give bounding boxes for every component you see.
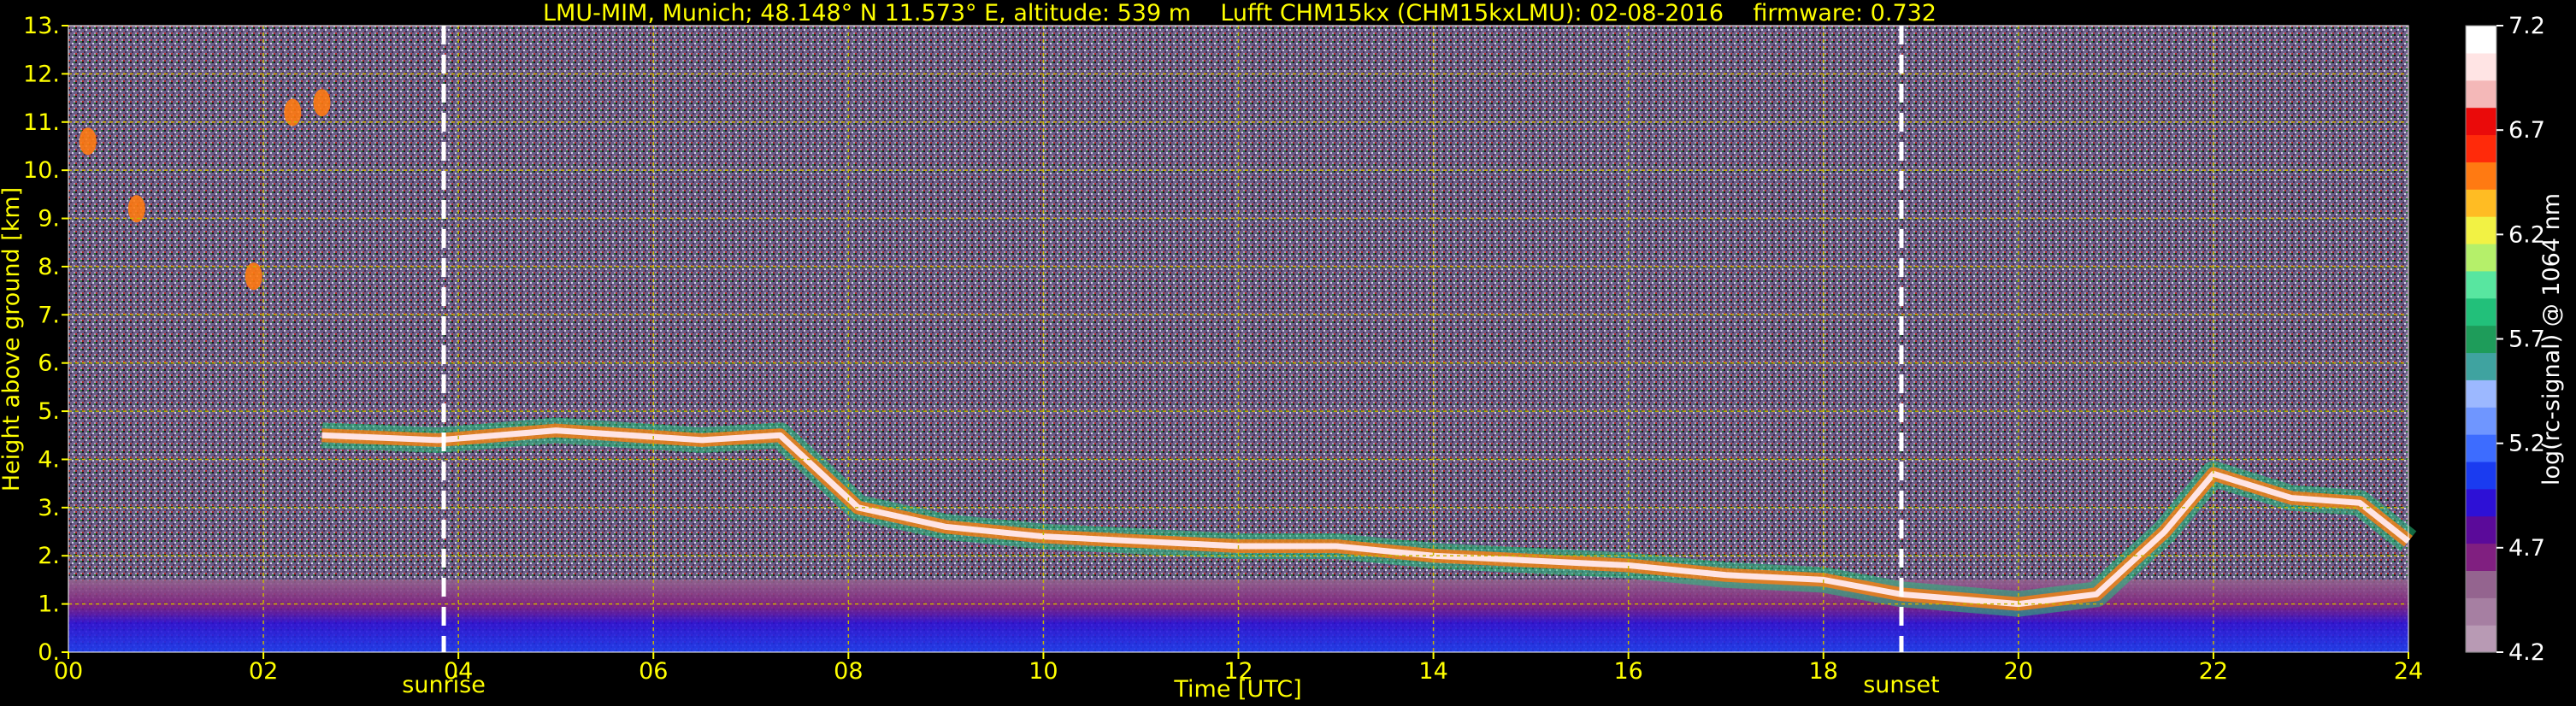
y-tick-label: 3. — [38, 495, 60, 521]
y-tick-label: 0. — [38, 639, 60, 666]
y-tick-label: 1. — [38, 591, 60, 618]
x-tick-label: 08 — [834, 658, 863, 685]
colorbar-segment — [2466, 407, 2496, 435]
colorbar-segment — [2466, 270, 2496, 299]
colorbar-segment — [2466, 26, 2496, 54]
y-axis-ticks: 0. 1. 2. 3. 4. 5. 6. 7. 8. 9. 10. 11. 12. 13. — [23, 13, 68, 666]
colorbar-segment — [2466, 79, 2496, 109]
colorbar-segment — [2466, 243, 2496, 272]
x-tick-label: 20 — [2004, 658, 2033, 685]
colorbar-segment — [2466, 325, 2496, 354]
feature-cirrus-point — [284, 98, 302, 126]
colorbar-segment — [2466, 297, 2496, 327]
y-tick-label: 13. — [23, 13, 60, 39]
y-axis-label: Height above ground [km] — [0, 187, 25, 491]
colorbar-segment — [2466, 597, 2496, 626]
y-tick-label: 11. — [23, 109, 60, 136]
x-axis-label: Time [UTC] — [1173, 676, 1301, 703]
colorbar-segment — [2466, 434, 2496, 462]
x-tick-label: 22 — [2199, 658, 2228, 685]
y-tick-label: 4. — [38, 446, 60, 473]
event-label-sunset: sunset — [1863, 672, 1940, 698]
x-tick-label: 14 — [1418, 658, 1447, 685]
feature-cirrus-point — [313, 89, 331, 117]
y-tick-label: 6. — [38, 350, 60, 377]
y-tick-label: 7. — [38, 302, 60, 328]
y-tick-label: 12. — [23, 61, 60, 87]
colorbar-label: log(rc-signal) @ 1064 nm — [2538, 193, 2565, 485]
x-tick-label: 10 — [1029, 658, 1058, 685]
y-tick-label: 9. — [38, 206, 60, 232]
x-tick-label: 02 — [249, 658, 278, 685]
colorbar-segment — [2466, 543, 2496, 571]
colorbar: 7.26.76.25.75.24.74.2 — [2465, 13, 2545, 666]
colorbar-segment — [2466, 189, 2496, 217]
colorbar-segment — [2466, 625, 2496, 653]
colorbar-segment — [2466, 488, 2496, 517]
colorbar-tick-label: 7.2 — [2508, 13, 2545, 39]
x-tick-label: 18 — [1809, 658, 1838, 685]
plot-area: sunrise sunset — [68, 25, 2417, 698]
colorbar-tick-label: 4.2 — [2508, 639, 2545, 666]
colorbar-segment — [2466, 570, 2496, 598]
feature-cirrus-point — [79, 127, 97, 156]
ceilometer-chart: LMU-MIM, Munich; 48.148° N 11.573° E, al… — [0, 0, 2565, 703]
colorbar-segment — [2466, 379, 2496, 408]
colorbar-segment — [2466, 216, 2496, 244]
x-tick-label: 04 — [444, 658, 473, 685]
colorbar-tick-label: 6.7 — [2508, 117, 2545, 144]
colorbar-segment — [2466, 162, 2496, 190]
colorbar-segment — [2466, 107, 2496, 136]
y-tick-label: 8. — [38, 254, 60, 280]
colorbar-segment — [2466, 461, 2496, 490]
y-tick-label: 2. — [38, 543, 60, 569]
x-tick-label: 16 — [1613, 658, 1642, 685]
colorbar-segment — [2466, 515, 2496, 544]
chart-title: LMU-MIM, Munich; 48.148° N 11.573° E, al… — [543, 0, 1936, 26]
colorbar-segment — [2466, 134, 2496, 162]
colorbar-segment — [2466, 352, 2496, 380]
y-tick-label: 10. — [23, 157, 60, 184]
x-tick-label: 06 — [639, 658, 668, 685]
colorbar-segment — [2466, 52, 2496, 81]
y-tick-label: 5. — [38, 398, 60, 425]
x-tick-label: 24 — [2394, 658, 2423, 685]
colorbar-tick-label: 4.7 — [2508, 535, 2545, 562]
